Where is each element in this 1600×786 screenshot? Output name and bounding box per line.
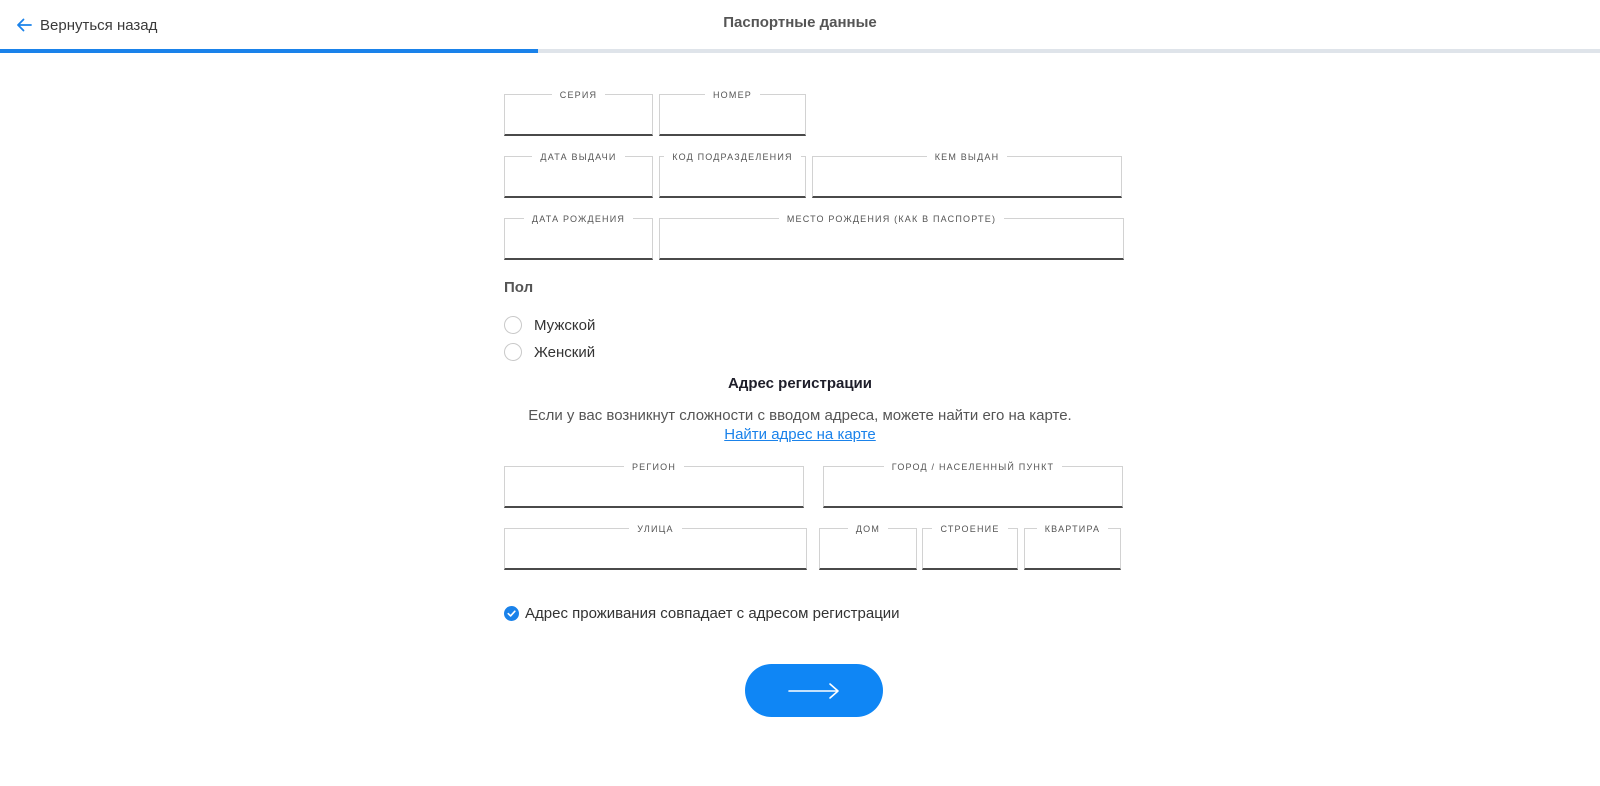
department-code-input[interactable] [667, 168, 798, 192]
series-field: СЕРИЯ [504, 90, 653, 136]
region-field: РЕГИОН [504, 462, 804, 508]
issued-by-input[interactable] [820, 168, 1114, 192]
house-input[interactable] [827, 540, 909, 564]
gender-option-label: Женский [534, 343, 596, 361]
birth-date-caption: ДАТА РОЖДЕНИЯ [523, 214, 634, 224]
registration-address-title: Адрес регистрации [727, 375, 872, 392]
issue-date-caption: ДАТА ВЫДАЧИ [532, 152, 625, 162]
apartment-field: КВАРТИРА [1024, 524, 1121, 570]
number-input[interactable] [667, 106, 798, 130]
number-caption: НОМЕР [704, 90, 760, 100]
radio-button-icon [504, 316, 522, 334]
birth-date-field: ДАТА РОЖДЕНИЯ [504, 214, 653, 260]
house-field: ДОМ [819, 524, 917, 570]
department-code-field: КОД ПОДРАЗДЕЛЕНИЯ [659, 152, 806, 198]
region-caption: РЕГИОН [623, 462, 685, 472]
street-caption: УЛИЦА [629, 524, 682, 534]
page-title: Паспортные данные [723, 14, 877, 31]
house-caption: ДОМ [847, 524, 889, 534]
department-code-caption: КОД ПОДРАЗДЕЛЕНИЯ [664, 152, 801, 162]
same-address-label: Адрес проживания совпадает с адресом рег… [525, 604, 900, 622]
birth-place-field: МЕСТО РОЖДЕНИЯ (КАК В ПАСПОРТЕ) [659, 214, 1124, 260]
gender-option-female[interactable]: Женский [504, 342, 595, 362]
find-address-on-map-link[interactable]: Найти адрес на карте [724, 426, 876, 443]
gender-option-label: Мужской [534, 316, 596, 334]
checkmark-icon [504, 605, 519, 621]
street-input[interactable] [512, 540, 799, 564]
city-caption: ГОРОД / НАСЕЛЕННЫЙ ПУНКТ [883, 462, 1063, 472]
gender-label: Пол [504, 279, 534, 296]
arrow-right-icon [788, 682, 839, 699]
building-input[interactable] [930, 540, 1010, 564]
issued-by-field: КЕМ ВЫДАН [812, 152, 1122, 198]
series-caption: СЕРИЯ [551, 90, 606, 100]
city-field: ГОРОД / НАСЕЛЕННЫЙ ПУНКТ [823, 462, 1123, 508]
series-input[interactable] [512, 106, 645, 130]
issue-date-input[interactable] [512, 168, 645, 192]
apartment-caption: КВАРТИРА [1036, 524, 1109, 534]
apartment-input[interactable] [1032, 540, 1113, 564]
progress-bar-fill [0, 49, 538, 53]
issued-by-caption: КЕМ ВЫДАН [926, 152, 1008, 162]
birth-place-caption: МЕСТО РОЖДЕНИЯ (КАК В ПАСПОРТЕ) [778, 214, 1005, 224]
next-button[interactable] [745, 664, 883, 717]
progress-bar [0, 49, 1600, 53]
radio-button-icon [504, 343, 522, 361]
building-caption: СТРОЕНИЕ [932, 524, 1008, 534]
same-address-checkbox[interactable]: Адрес проживания совпадает с адресом рег… [504, 604, 900, 622]
registration-address-hint: Если у вас возникнут сложности с вводом … [528, 407, 1072, 424]
street-field: УЛИЦА [504, 524, 807, 570]
building-field: СТРОЕНИЕ [922, 524, 1018, 570]
region-input[interactable] [512, 478, 796, 502]
top-bar: Вернуться назад Паспортные данные [0, 0, 1600, 53]
issue-date-field: ДАТА ВЫДАЧИ [504, 152, 653, 198]
gender-option-male[interactable]: Мужской [504, 315, 595, 335]
number-field: НОМЕР [659, 90, 806, 136]
birth-place-input[interactable] [667, 230, 1116, 254]
city-input[interactable] [831, 478, 1115, 502]
birth-date-input[interactable] [512, 230, 645, 254]
